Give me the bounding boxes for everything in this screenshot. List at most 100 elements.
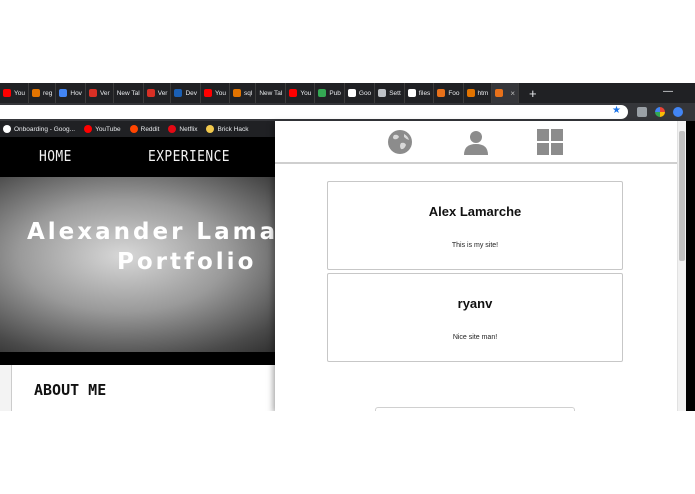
comment-card: ryanv Nice site man! <box>327 273 623 362</box>
d-logo-icon <box>174 89 183 97</box>
grid-icon[interactable] <box>537 129 563 160</box>
gmail-icon <box>88 89 97 97</box>
about-heading: ABOUT ME <box>34 381 107 399</box>
comment-input-stub[interactable] <box>375 407 575 411</box>
hero-title-line2: Portfolio <box>117 249 257 275</box>
comment-author: ryanv <box>457 296 493 311</box>
comment-author: Alex Lamarche <box>428 204 522 219</box>
close-tab-icon[interactable]: × <box>510 89 515 98</box>
flame-icon <box>31 89 40 97</box>
popup-scrollbar[interactable] <box>677 121 686 411</box>
tab-label: sql <box>244 89 253 97</box>
folder-icon <box>206 125 215 133</box>
nav-home-link[interactable]: HOME <box>39 147 72 165</box>
browser-window: You reg Hov Ver New Tal Ver Dev You sql New Tal Yo… <box>0 83 695 411</box>
tab-label: New Tal <box>116 89 140 97</box>
tab-label: reg <box>42 89 53 97</box>
tab-label: Sett <box>389 89 401 97</box>
tab-label: Ver <box>157 89 168 97</box>
browser-tab[interactable]: × <box>492 83 520 103</box>
extension-popup: Alex Lamarche This is my site! ryanv Nic… <box>275 121 686 411</box>
youtube-icon <box>3 89 11 97</box>
netflix-icon <box>168 125 177 133</box>
bookmark-item[interactable]: Netflix <box>168 125 197 133</box>
tab-label: files <box>418 89 431 97</box>
browser-tab[interactable]: Ver <box>144 83 172 103</box>
browser-tab[interactable]: reg <box>29 83 57 103</box>
scrollbar-thumb[interactable] <box>679 131 685 261</box>
hero-banner: Alexander Lamarche's Portfolio <box>0 177 371 352</box>
browser-tab[interactable]: Hov <box>56 83 86 103</box>
google-icon <box>407 89 416 97</box>
bookmark-label: Reddit <box>140 125 160 133</box>
bookmark-label: Brick Hack <box>217 125 249 133</box>
youtube-icon <box>84 125 93 133</box>
browser-tab[interactable]: Sett <box>375 83 405 103</box>
tabs-container: You reg Hov Ver New Tal Ver Dev You sql New Tal Yo… <box>0 83 520 103</box>
bookmarks-bar: Onboarding - Goog... YouTube Reddit Netflix… <box>0 121 275 137</box>
browser-tab[interactable]: sql <box>230 83 257 103</box>
comment-text: Nice site man! <box>452 334 498 341</box>
screenshot-canvas: You reg Hov Ver New Tal Ver Dev You sql New Tal Yo… <box>0 0 695 494</box>
reddit-icon <box>129 125 138 133</box>
tab-label: You <box>300 89 312 97</box>
minimize-window-button[interactable]: — <box>663 86 673 97</box>
browser-tab[interactable]: Pub <box>315 83 345 103</box>
browser-tab[interactable]: files <box>405 83 435 103</box>
browser-tab[interactable]: Foo <box>434 83 464 103</box>
browser-tab[interactable]: Goo <box>345 83 376 103</box>
extension-blue-icon[interactable] <box>673 107 683 117</box>
gear-icon <box>378 89 387 97</box>
r-logo-icon <box>437 89 446 97</box>
comment-text: This is my site! <box>451 242 499 249</box>
person-icon[interactable] <box>463 129 489 160</box>
bookmark-item[interactable]: Reddit <box>129 125 160 133</box>
browser-tab[interactable]: htm <box>464 83 493 103</box>
browser-tab[interactable]: You <box>286 83 316 103</box>
r-logo-icon <box>495 89 504 97</box>
new-tab-button[interactable]: + <box>529 86 537 101</box>
extension-k-icon[interactable] <box>637 107 647 117</box>
tab-label: Ver <box>99 89 110 97</box>
bookmark-item[interactable]: Brick Hack <box>206 125 249 133</box>
tab-label: Dev <box>185 89 198 97</box>
browser-tab[interactable]: Dev <box>171 83 202 103</box>
tab-label: Goo <box>358 89 372 97</box>
address-bar-row: ★ <box>0 103 695 121</box>
browser-tab[interactable]: You <box>0 83 29 103</box>
flame-icon <box>233 89 242 97</box>
tab-label: You <box>215 89 227 97</box>
flame-icon <box>466 89 475 97</box>
google-icon <box>347 89 356 97</box>
tab-label: htm <box>477 89 489 97</box>
bookmark-label: Netflix <box>179 125 198 133</box>
f-logo-icon <box>59 89 68 97</box>
extension-color-icon[interactable] <box>655 107 665 117</box>
globe-icon[interactable] <box>387 129 413 160</box>
bookmark-star-icon[interactable]: ★ <box>612 105 621 116</box>
browser-tab[interactable]: New Tal <box>256 83 287 103</box>
tab-label: Hov <box>70 89 82 97</box>
browser-tab[interactable]: Ver <box>86 83 114 103</box>
browser-tab[interactable]: You <box>201 83 231 103</box>
gmail-icon <box>146 89 155 97</box>
nav-experience-link[interactable]: EXPERIENCE <box>148 147 230 165</box>
tab-label: Pub <box>329 89 341 97</box>
bookmark-item[interactable]: YouTube <box>84 125 121 133</box>
popup-nav <box>275 121 679 164</box>
page-edge <box>686 121 695 411</box>
site-navbar: HOME EXPERIENCE <box>0 137 275 175</box>
tab-label: You <box>14 89 25 97</box>
tab-label: New Tal <box>259 89 283 97</box>
bookmark-label: YouTube <box>95 125 121 133</box>
youtube-icon <box>289 89 298 97</box>
youtube-icon <box>204 89 213 97</box>
bookmark-label: Onboarding - Goog... <box>14 125 76 133</box>
google-icon <box>3 125 11 133</box>
chrome-icon <box>318 89 327 97</box>
bookmark-item[interactable]: Onboarding - Goog... <box>3 125 75 133</box>
comment-card: Alex Lamarche This is my site! <box>327 181 623 270</box>
url-input[interactable] <box>0 105 628 119</box>
browser-tab[interactable]: New Tal <box>114 83 144 103</box>
tab-strip: You reg Hov Ver New Tal Ver Dev You sql New Tal Yo… <box>0 83 695 103</box>
